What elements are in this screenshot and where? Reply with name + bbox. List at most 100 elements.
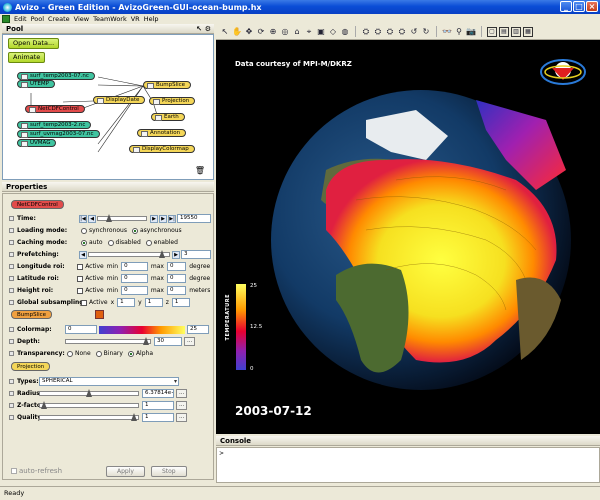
section-bumpslice[interactable]: BumpSlice xyxy=(11,310,53,319)
pool-node-projection[interactable]: Projection xyxy=(149,97,196,105)
set-home-icon[interactable]: ⌖ xyxy=(304,27,314,37)
prefetch-decrement-button[interactable]: ◀ xyxy=(79,250,87,259)
pool-node-bumpslice[interactable]: BumpSlice xyxy=(143,81,192,89)
height-active-checkbox[interactable] xyxy=(77,287,84,294)
transparency-binary-radio[interactable] xyxy=(95,350,102,357)
quality-slider[interactable] xyxy=(39,413,139,421)
stereo-icon[interactable]: 👓 xyxy=(442,27,452,37)
seek-icon[interactable]: ◎ xyxy=(280,27,290,37)
colormap-row-icon[interactable] xyxy=(9,327,14,332)
pool-node-surf-uvmag[interactable]: surf_uvmag2003-07.nc xyxy=(17,130,100,138)
rotate-right-icon[interactable]: ↻ xyxy=(421,27,431,37)
time-forward-button[interactable]: ▶ xyxy=(159,214,167,223)
prefetch-increment-button[interactable]: ▶ xyxy=(172,250,180,259)
latitude-row-icon[interactable] xyxy=(9,276,14,281)
caching-disabled-radio[interactable] xyxy=(107,239,114,246)
pool-cursor-icon[interactable]: ↖ xyxy=(196,24,202,34)
quality-slider-thumb[interactable] xyxy=(131,413,138,421)
pool-node-surf-temp-07[interactable]: surf_temp2003-07.nc xyxy=(17,72,95,80)
measure-icon[interactable]: ⚲ xyxy=(454,27,464,37)
latitude-min-field[interactable]: 0 xyxy=(121,274,148,283)
axis-z-icon[interactable]: ⛭ xyxy=(385,27,395,37)
snapshot-icon[interactable]: 📷 xyxy=(466,27,476,37)
pool-node-netcdfcontrol[interactable]: NetCDFControl xyxy=(25,105,85,113)
latitude-active-checkbox[interactable] xyxy=(77,275,84,282)
time-slider-thumb[interactable] xyxy=(105,214,112,222)
radius-more-button[interactable]: ... xyxy=(176,389,188,398)
rotate-icon[interactable]: ⟳ xyxy=(256,27,266,37)
radius-value-field[interactable]: 6.37814e+6 xyxy=(142,389,174,398)
longitude-max-field[interactable]: 0 xyxy=(166,262,187,271)
globe-icon[interactable]: ◍ xyxy=(340,27,350,37)
global-row-icon[interactable] xyxy=(9,300,14,305)
viewer-3d[interactable]: Data courtesy of MPI-M/DKRZ TEMPERATURE … xyxy=(216,40,600,434)
types-select[interactable]: SPHERICAL xyxy=(39,377,179,386)
pool-node-annotation[interactable]: Annotation xyxy=(137,129,187,137)
pool-node-utemp[interactable]: UTEMP xyxy=(17,80,55,88)
minimize-button[interactable]: _ xyxy=(560,1,572,12)
depth-value-field[interactable]: 30 xyxy=(154,337,182,346)
menu-vr[interactable]: VR xyxy=(131,15,140,23)
quality-value-field[interactable]: 1 xyxy=(142,413,174,422)
radius-slider-thumb[interactable] xyxy=(86,389,92,397)
transparency-none-radio[interactable] xyxy=(67,350,73,357)
loading-synchronous-radio[interactable] xyxy=(81,227,87,234)
time-last-button[interactable]: ▶| xyxy=(168,214,176,223)
quality-row-icon[interactable] xyxy=(9,415,14,420)
hand-icon[interactable]: ✋ xyxy=(232,27,242,37)
depth-slider-thumb[interactable] xyxy=(143,337,150,345)
radius-slider[interactable] xyxy=(39,389,139,397)
caching-auto-radio[interactable] xyxy=(81,239,87,246)
longitude-active-checkbox[interactable] xyxy=(77,263,84,270)
global-y-field[interactable]: 1 xyxy=(144,298,163,307)
loading-row-icon[interactable] xyxy=(9,228,14,233)
bumpslice-color-swatch[interactable] xyxy=(95,310,104,319)
height-row-icon[interactable] xyxy=(9,288,14,293)
pool-trash-icon[interactable]: 🗑 xyxy=(195,166,205,175)
zfactor-slider[interactable] xyxy=(39,401,139,409)
file-menu-icon[interactable] xyxy=(2,15,10,23)
colormap-bar[interactable] xyxy=(99,325,185,334)
pointer-icon[interactable]: ↖ xyxy=(220,27,230,37)
transparency-alpha-radio[interactable] xyxy=(127,350,134,357)
axis-y-icon[interactable]: ⛭ xyxy=(373,27,383,37)
menu-view[interactable]: View xyxy=(74,15,89,23)
global-z-field[interactable]: 1 xyxy=(171,298,190,307)
view-all-icon[interactable]: ▣ xyxy=(316,27,326,37)
pool-node-earth[interactable]: Earth xyxy=(151,113,185,121)
zfactor-slider-thumb[interactable] xyxy=(40,401,47,409)
time-play-button[interactable]: ▶ xyxy=(150,214,158,223)
prefetch-slider[interactable] xyxy=(88,250,170,258)
prefetch-value[interactable]: 3 xyxy=(181,250,211,259)
pool-node-displaycolormap[interactable]: DisplayColormap xyxy=(129,145,195,153)
layout-two-horizontal-icon[interactable]: ▤ xyxy=(499,26,509,37)
console-panel[interactable]: > xyxy=(216,447,600,483)
pool-node-uvmag[interactable]: UVMAG xyxy=(17,139,57,147)
layout-four-icon[interactable]: ▦ xyxy=(523,26,533,37)
time-slider[interactable] xyxy=(97,214,147,222)
colormap-max-field[interactable]: 25 xyxy=(187,325,209,334)
colormap-min-field[interactable]: 0 xyxy=(65,325,97,334)
menu-help[interactable]: Help xyxy=(144,15,159,23)
close-button[interactable]: × xyxy=(586,1,598,12)
prefetch-row-icon[interactable] xyxy=(9,252,14,257)
maximize-button[interactable]: □ xyxy=(573,1,585,12)
longitude-min-field[interactable]: 0 xyxy=(121,262,148,271)
height-max-field[interactable]: 0 xyxy=(166,286,187,295)
caching-row-icon[interactable] xyxy=(9,240,14,245)
axis-zneg-icon[interactable]: ⛭ xyxy=(397,27,407,37)
section-netcdfcontrol[interactable]: NetCDFControl xyxy=(11,200,64,209)
prefetch-slider-thumb[interactable] xyxy=(159,250,166,258)
home-icon[interactable]: ⌂ xyxy=(292,27,302,37)
radius-row-icon[interactable] xyxy=(9,391,14,396)
time-row-icon[interactable] xyxy=(9,216,14,221)
layout-single-icon[interactable]: ▢ xyxy=(487,26,497,37)
loading-asynchronous-radio[interactable] xyxy=(132,227,138,234)
pan-icon[interactable]: ✥ xyxy=(244,27,254,37)
rotate-left-icon[interactable]: ↺ xyxy=(409,27,419,37)
menu-edit[interactable]: Edit xyxy=(14,15,27,23)
height-min-field[interactable]: 0 xyxy=(121,286,148,295)
depth-more-button[interactable]: ... xyxy=(184,337,196,346)
zoom-icon[interactable]: ⊕ xyxy=(268,27,278,37)
section-projection[interactable]: Projection xyxy=(11,362,51,371)
